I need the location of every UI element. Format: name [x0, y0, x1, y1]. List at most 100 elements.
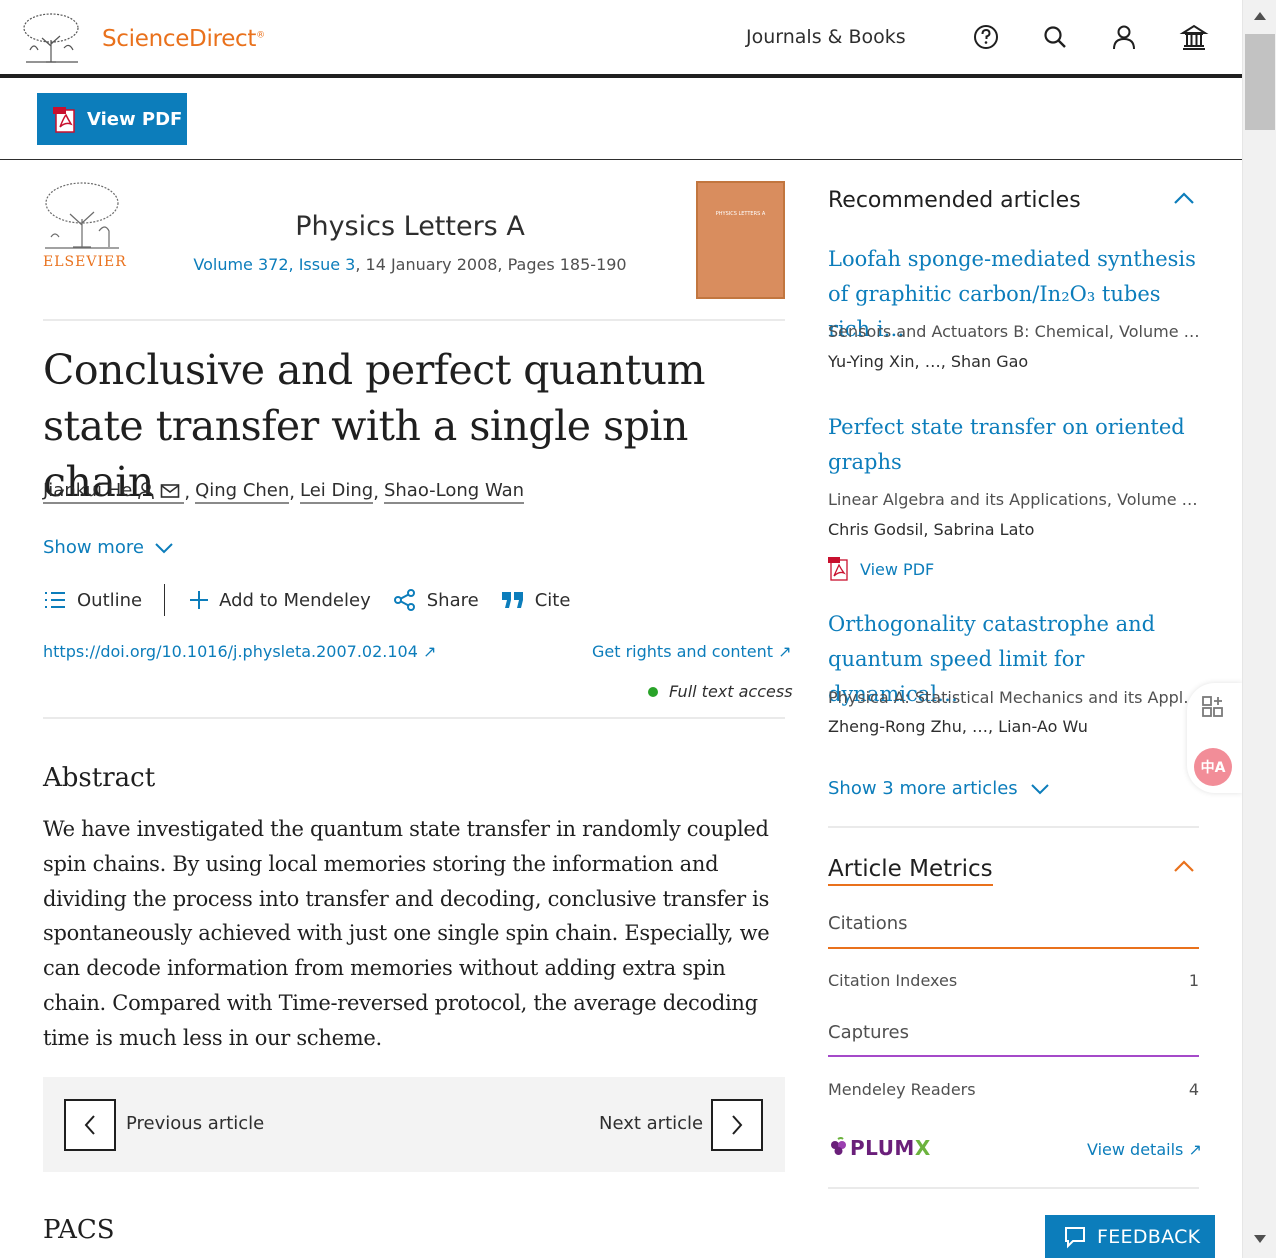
external-link-icon: ↗	[422, 642, 437, 661]
recommended-article-authors: Chris Godsil, Sabrina Lato	[828, 520, 1035, 539]
journal-cover[interactable]: PHYSICS LETTERS A	[696, 181, 785, 299]
author-name: Shao-Long Wan	[383, 480, 525, 501]
share-button[interactable]: Share	[393, 588, 479, 612]
institution-icon[interactable]	[1179, 22, 1209, 52]
chevron-up-icon[interactable]	[1172, 858, 1196, 874]
pdf-icon	[828, 557, 848, 581]
feedback-label: FEEDBACK	[1097, 1225, 1201, 1248]
plumx-logo[interactable]: PLUM X	[828, 1136, 931, 1160]
author-name: Qing Chen	[195, 480, 290, 501]
rights-link[interactable]: Get rights and content ↗	[592, 642, 792, 661]
access-indicator: Full text access	[648, 682, 793, 701]
view-pdf-label: View PDF	[860, 559, 935, 579]
help-icon[interactable]	[971, 22, 1001, 52]
mendeley-readers-row: Mendeley Readers 4	[828, 1080, 1199, 1099]
journals-books-link[interactable]: Journals & Books	[746, 26, 906, 48]
metric-label: Mendeley Readers	[828, 1080, 976, 1099]
date-pages: , 14 January 2008, Pages 185-190	[355, 255, 627, 274]
share-label: Share	[426, 589, 479, 611]
abstract-heading: Abstract	[43, 763, 156, 793]
rights-label: Get rights and content	[592, 642, 774, 661]
recommended-article-authors: Yu-Ying Xin, …, Shan Gao	[828, 352, 1029, 371]
cite-label: Cite	[534, 589, 571, 611]
captures-category: Captures	[828, 1022, 909, 1043]
apps-icon[interactable]	[1201, 695, 1225, 719]
recommended-article-journal: Sensors and Actuators B: Chemical, Volum…	[828, 322, 1200, 341]
metric-value: 4	[1188, 1080, 1199, 1099]
list-icon	[45, 592, 65, 608]
author-link[interactable]: Lei Ding	[300, 480, 374, 504]
divider	[828, 826, 1199, 828]
author-link[interactable]: Shao-Long Wan	[383, 480, 525, 504]
metric-label: Citation Indexes	[828, 971, 958, 990]
cover-text: PHYSICS LETTERS A	[715, 211, 766, 217]
translate-icon[interactable]: 中A	[1194, 748, 1232, 786]
recommended-article-title[interactable]: Perfect state transfer on oriented graph…	[828, 410, 1203, 480]
abstract-text: We have investigated the quantum state t…	[43, 817, 770, 1050]
chevron-left-icon	[84, 1115, 95, 1135]
divider	[43, 717, 785, 719]
doi-url: https://doi.org/10.1016/j.physleta.2007.…	[43, 642, 418, 661]
mendeley-label: Add to Mendeley	[219, 589, 371, 611]
doi-link[interactable]: https://doi.org/10.1016/j.physleta.2007.…	[43, 642, 436, 661]
search-icon[interactable]	[1040, 22, 1070, 52]
journal-header: ELSEVIER Physics Letters A Volume 372, I…	[43, 181, 785, 321]
previous-article-button[interactable]	[64, 1099, 116, 1151]
journal-title[interactable]: Physics Letters A	[43, 211, 777, 242]
next-article-label[interactable]: Next article	[599, 1113, 703, 1134]
author-list: Jiankui He , Qing Chen, Lei Ding, Shao-L…	[43, 480, 525, 504]
quote-icon	[501, 592, 523, 608]
article-toolbar: Outline Add to Mendeley Share Cite	[43, 584, 592, 616]
recommended-article-journal: Physica A: Statistical Mechanics and its…	[828, 688, 1200, 707]
article-navigation: Previous article Next article	[43, 1077, 785, 1172]
chevron-right-icon	[732, 1115, 743, 1135]
chat-icon	[1065, 1227, 1085, 1249]
author-name: Jiankui He	[43, 480, 133, 501]
scroll-down-arrow-icon[interactable]	[1254, 1235, 1266, 1243]
share-icon	[393, 589, 415, 611]
previous-article-label[interactable]: Previous article	[126, 1113, 264, 1134]
metrics-heading: Article Metrics	[828, 856, 993, 886]
view-pdf-label: View PDF	[87, 108, 183, 130]
outline-button[interactable]: Outline	[43, 590, 142, 611]
author-name: Lei Ding	[300, 480, 374, 501]
author-link[interactable]: Qing Chen	[195, 480, 290, 504]
view-details-link[interactable]: View details ↗	[1087, 1140, 1202, 1159]
email-icon	[161, 483, 180, 498]
scrollbar[interactable]	[1242, 0, 1276, 1258]
elsevier-tree-logo[interactable]	[20, 10, 82, 66]
metric-value: 1	[1188, 971, 1199, 990]
brand-name[interactable]: ScienceDirect®	[102, 26, 265, 52]
pdf-icon	[53, 107, 75, 133]
citations-underline	[828, 947, 1199, 949]
scroll-thumb[interactable]	[1245, 34, 1275, 130]
user-icon[interactable]	[1109, 22, 1139, 52]
show-more-articles-label: Show 3 more articles	[828, 778, 1018, 799]
citation-indexes-row: Citation Indexes 1	[828, 971, 1199, 990]
plumx-label: PLUM	[850, 1136, 915, 1160]
plus-icon	[190, 591, 209, 609]
pacs-heading: PACS	[43, 1215, 115, 1245]
recommended-view-pdf-link[interactable]: View PDF	[828, 557, 934, 581]
site-header: ScienceDirect® Journals & Books	[0, 0, 1242, 78]
author-link[interactable]: Jiankui He	[43, 480, 185, 504]
chevron-up-icon[interactable]	[1172, 190, 1196, 206]
view-pdf-button[interactable]: View PDF	[37, 93, 187, 145]
next-article-button[interactable]	[711, 1099, 763, 1151]
chevron-down-icon	[1030, 783, 1049, 794]
cite-button[interactable]: Cite	[501, 589, 571, 611]
show-more-button[interactable]: Show more	[43, 537, 174, 558]
plumx-x: X	[914, 1136, 931, 1160]
show-more-label: Show more	[43, 537, 144, 558]
feedback-button[interactable]: FEEDBACK	[1045, 1215, 1215, 1258]
add-to-mendeley-button[interactable]: Add to Mendeley	[189, 590, 371, 611]
captures-underline	[828, 1055, 1199, 1057]
scroll-up-arrow-icon[interactable]	[1254, 12, 1266, 20]
access-label: Full text access	[669, 682, 793, 701]
pdf-toolbar: View PDF	[0, 78, 1242, 160]
person-icon	[138, 481, 155, 499]
outline-label: Outline	[77, 589, 143, 611]
volume-issue-link[interactable]: Volume 372, Issue 3	[193, 255, 355, 274]
show-more-articles-button[interactable]: Show 3 more articles	[828, 778, 1050, 799]
divider	[828, 1187, 1199, 1189]
